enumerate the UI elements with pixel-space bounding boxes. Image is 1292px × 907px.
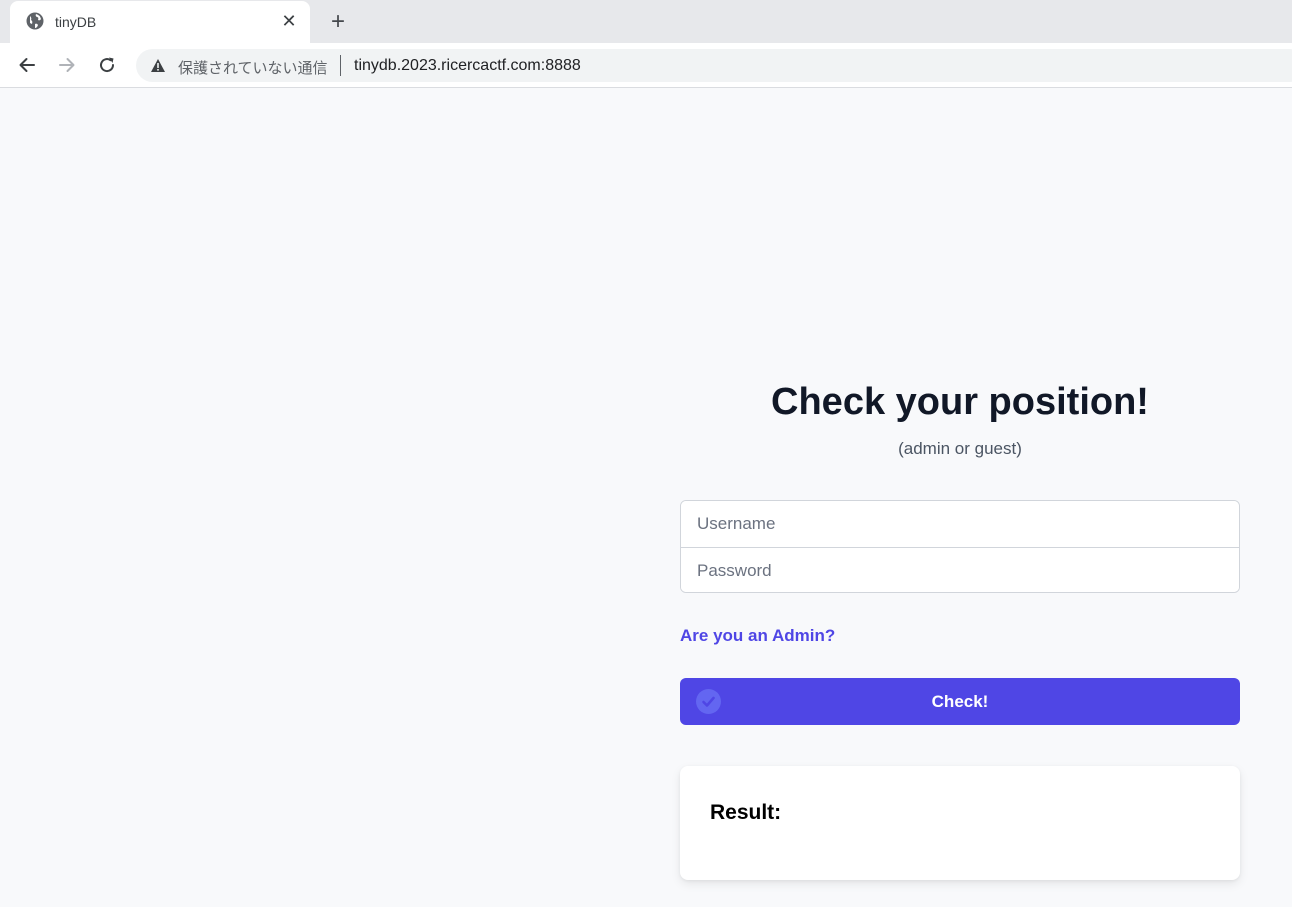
url-text[interactable]: tinydb.2023.ricercactf.com:8888 bbox=[354, 57, 581, 75]
credentials-group bbox=[680, 500, 1240, 593]
admin-link[interactable]: Are you an Admin? bbox=[680, 626, 835, 646]
browser-tab[interactable]: tinyDB ✕ bbox=[10, 1, 310, 43]
result-label: Result: bbox=[710, 801, 782, 824]
warning-triangle-icon bbox=[151, 59, 165, 72]
forward-button[interactable] bbox=[55, 53, 79, 77]
tab-strip: tinyDB ✕ + bbox=[0, 0, 1292, 43]
password-input[interactable] bbox=[681, 548, 1239, 592]
page-title: Check your position! bbox=[771, 381, 1149, 423]
address-bar[interactable]: 保護されていない通信 tinydb.2023.ricercactf.com:88… bbox=[136, 49, 1292, 82]
login-panel: Check your position! (admin or guest) Ar… bbox=[680, 89, 1240, 907]
arrow-right-icon bbox=[59, 58, 75, 72]
reload-button[interactable] bbox=[95, 53, 119, 77]
check-button[interactable]: Check! bbox=[680, 678, 1240, 725]
address-divider bbox=[340, 55, 341, 76]
page-content: Check your position! (admin or guest) Ar… bbox=[0, 89, 1292, 907]
reload-icon bbox=[100, 57, 115, 73]
username-input[interactable] bbox=[681, 501, 1239, 547]
globe-icon bbox=[26, 12, 44, 30]
check-button-label: Check! bbox=[931, 692, 989, 711]
new-tab-button[interactable]: + bbox=[325, 8, 351, 35]
back-button[interactable] bbox=[15, 53, 39, 77]
security-status-text[interactable]: 保護されていない通信 bbox=[178, 57, 328, 78]
arrow-left-icon bbox=[19, 58, 35, 72]
page-subtitle: (admin or guest) bbox=[898, 439, 1022, 458]
result-card: Result: bbox=[680, 766, 1240, 880]
tab-title: tinyDB bbox=[55, 14, 97, 30]
browser-toolbar: 保護されていない通信 tinydb.2023.ricercactf.com:88… bbox=[0, 43, 1292, 88]
tab-close-icon[interactable]: ✕ bbox=[280, 12, 298, 30]
